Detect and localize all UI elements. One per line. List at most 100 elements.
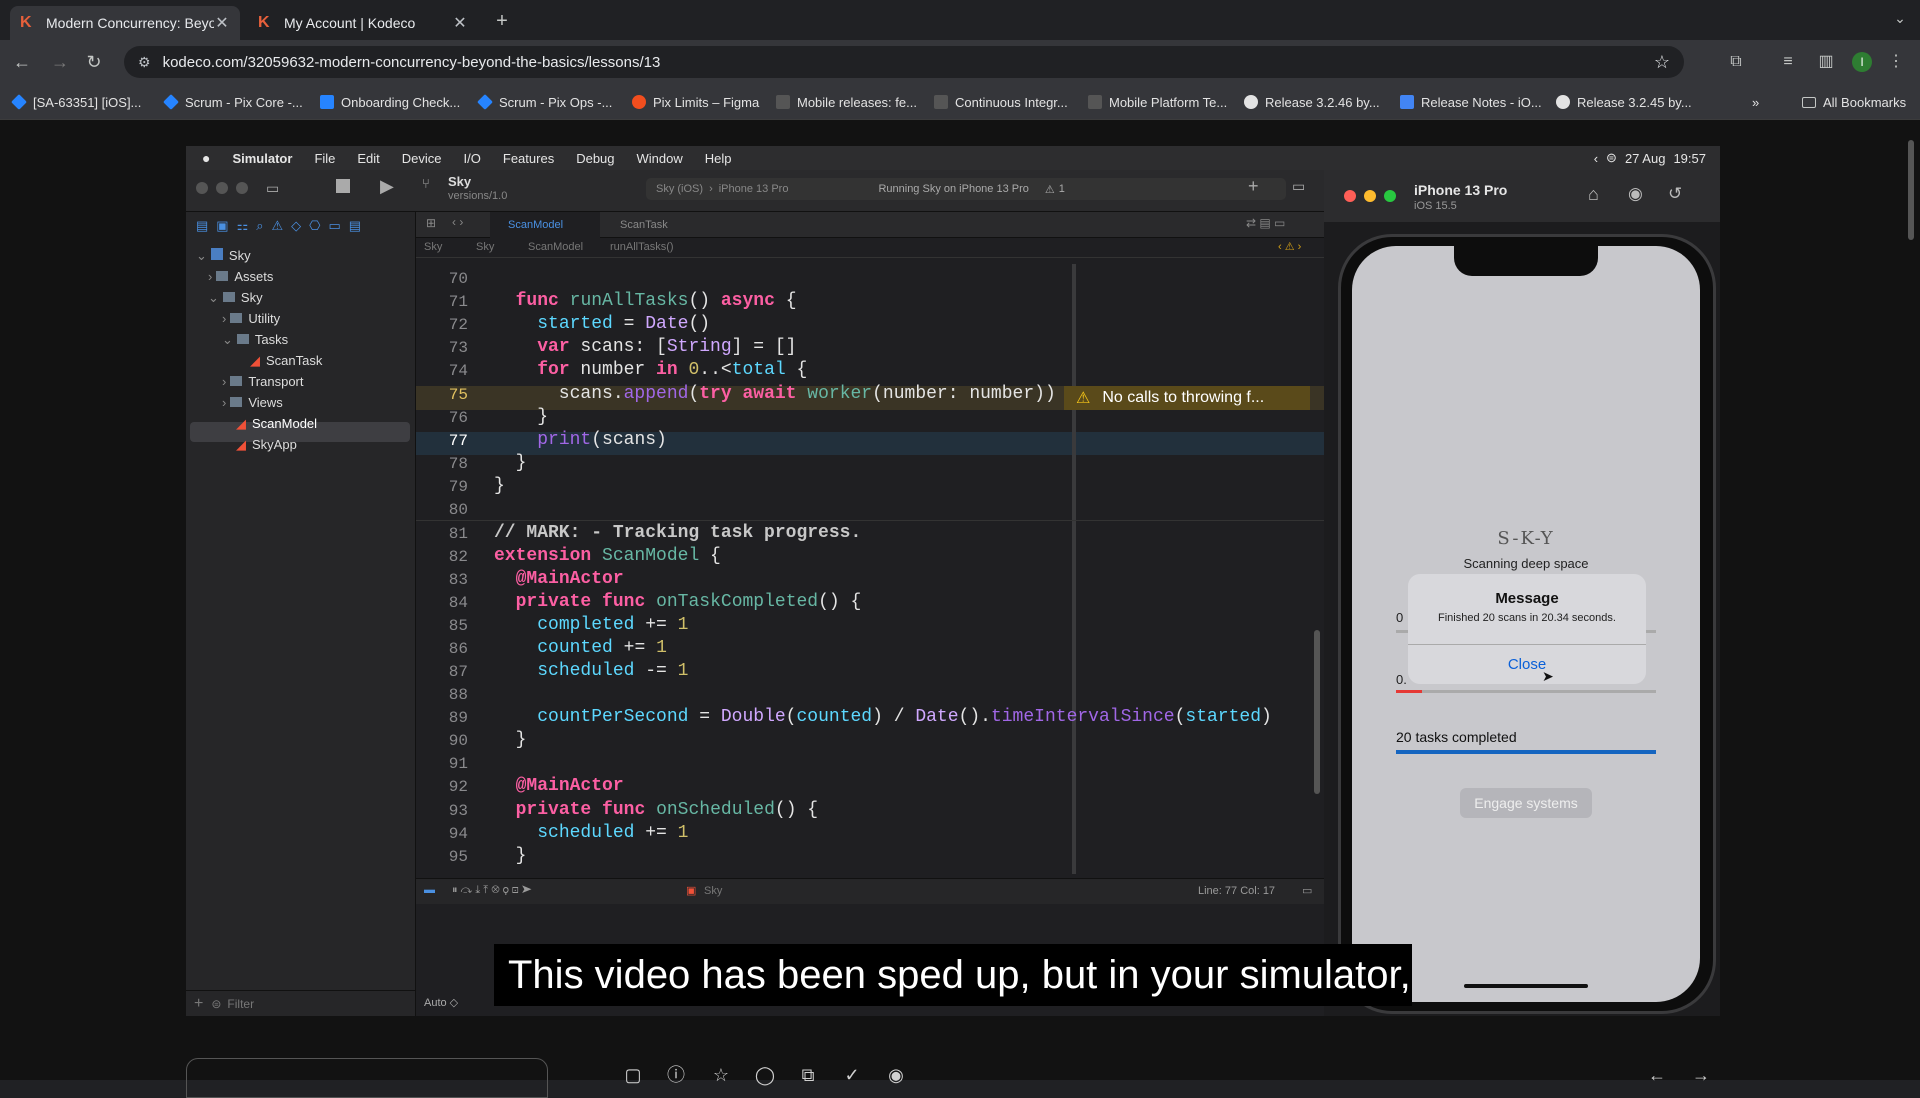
reload-icon[interactable]: ↻ bbox=[82, 50, 106, 74]
bookmark-item[interactable]: Release 3.2.45 by... bbox=[1556, 92, 1692, 112]
bookmark-item[interactable]: Onboarding Check... bbox=[320, 92, 460, 112]
navigator-item-assets: › Assets bbox=[208, 269, 273, 284]
navigator-label: Assets bbox=[234, 269, 274, 284]
bookmark-label: Release 3.2.46 by... bbox=[1265, 94, 1380, 110]
code-line: private func onTaskCompleted() { bbox=[515, 592, 862, 612]
warning-icon: ‹ ⚠ › bbox=[1278, 241, 1302, 253]
back-icon[interactable]: ← bbox=[10, 50, 34, 74]
bookmark-star-icon[interactable]: ☆ bbox=[1654, 52, 1670, 73]
code-line: scheduled += 1 bbox=[537, 823, 689, 843]
tab-search-icon[interactable]: ⌄ bbox=[1888, 10, 1912, 34]
inline-warning: ⚠ No calls to throwing f... bbox=[1064, 386, 1310, 410]
line-number: 93 bbox=[448, 802, 468, 820]
window-minimize-icon bbox=[1364, 190, 1376, 202]
info-icon[interactable]: ⓘ bbox=[665, 1064, 687, 1086]
navigator-item-project: ⌄ Sky bbox=[196, 248, 251, 264]
console-mode: Auto ◇ bbox=[424, 997, 459, 1009]
all-bookmarks-button[interactable]: All Bookmarks bbox=[1802, 92, 1906, 112]
debug-controls-icon: ⏸ ⤼ ⤓ ⤒ ⊗ ⚲ ⊡ ➤ bbox=[452, 884, 532, 896]
sidebar-toggle-icon: ▭ bbox=[266, 180, 280, 196]
chevron-right-icon: › bbox=[222, 311, 227, 326]
comment-icon[interactable]: ◯ bbox=[754, 1064, 776, 1086]
bookmark-label: [SA-63351] [iOS]... bbox=[33, 94, 142, 110]
bookmark-icon[interactable]: ▢ bbox=[622, 1064, 644, 1086]
line-number: 86 bbox=[448, 640, 468, 658]
navigator-tabs-icon: ▤▣⚏⌕⚠◇⎔▭▤ bbox=[196, 218, 370, 233]
star-icon[interactable]: ☆ bbox=[710, 1064, 732, 1086]
address-bar[interactable]: ⚙ kodeco.com/32059632-modern-concurrency… bbox=[124, 46, 1684, 78]
avatar[interactable]: I bbox=[1852, 52, 1872, 72]
bookmark-item[interactable]: Release Notes - iO... bbox=[1400, 92, 1542, 112]
navigator-label: Tasks bbox=[254, 332, 289, 347]
folder-icon bbox=[236, 334, 249, 344]
close-icon[interactable]: ✕ bbox=[452, 13, 468, 33]
add-icon: + bbox=[194, 994, 204, 1012]
github-icon[interactable]: ◉ bbox=[885, 1064, 907, 1086]
navigator-item-skyapp: ◢ SkyApp bbox=[236, 437, 297, 453]
lesson-panel bbox=[186, 1058, 548, 1098]
menu-app-name: Simulator bbox=[232, 150, 293, 166]
check-icon[interactable]: ✓ bbox=[841, 1064, 863, 1086]
code-line: counted += 1 bbox=[537, 638, 667, 658]
bookmark-item[interactable]: Scrum - Pix Core -... bbox=[163, 92, 303, 112]
page-scrollbar[interactable] bbox=[1908, 140, 1914, 240]
code-line: completed += 1 bbox=[537, 615, 689, 635]
side-panel-icon[interactable]: ▥ bbox=[1814, 50, 1838, 74]
more-bookmarks-icon[interactable]: » bbox=[1752, 92, 1759, 112]
close-icon[interactable]: ✕ bbox=[214, 13, 230, 33]
site-info-icon[interactable]: ⚙ bbox=[138, 54, 151, 71]
swift-file-icon: ◢ bbox=[236, 437, 246, 452]
bookmark-item[interactable]: Continuous Integr... bbox=[934, 92, 1068, 112]
media-icon[interactable]: ≡ bbox=[1776, 50, 1800, 74]
previous-lesson-icon[interactable]: ← bbox=[1646, 1064, 1668, 1086]
window-zoom-icon bbox=[236, 182, 248, 194]
folder-icon bbox=[1802, 96, 1816, 108]
code-line: } bbox=[494, 407, 549, 427]
add-icon: + bbox=[1248, 176, 1259, 196]
jumpbar-symbol: runAllTasks() bbox=[610, 241, 674, 253]
swift-file-icon: ◢ bbox=[250, 353, 260, 368]
folder-icon bbox=[216, 271, 229, 281]
jumpbar-project: Sky bbox=[424, 241, 443, 253]
tab-title: Modern Concurrency: Beyond bbox=[46, 15, 214, 31]
line-number: 91 bbox=[448, 755, 468, 773]
open-external-icon[interactable]: ⧉ bbox=[797, 1064, 819, 1086]
bookmark-item[interactable]: Scrum - Pix Ops -... bbox=[477, 92, 612, 112]
github-icon bbox=[1244, 95, 1258, 109]
cursor-position: Line: 77 Col: 17 bbox=[1198, 885, 1276, 897]
tab-scanmodel: ScanModel bbox=[490, 212, 600, 238]
navigator-label: Views bbox=[248, 395, 283, 410]
forward-icon[interactable]: → bbox=[48, 50, 72, 74]
screenshot-icon: ◉ bbox=[1628, 184, 1643, 203]
engage-systems-button[interactable]: Engage systems bbox=[1460, 788, 1592, 818]
code-line: } bbox=[494, 846, 527, 866]
tab-modern-concurrency[interactable]: K Modern Concurrency: Beyond ✕ bbox=[10, 6, 240, 40]
alert-close-button[interactable]: Close bbox=[1408, 656, 1646, 673]
bookmark-item[interactable]: Pix Limits – Figma bbox=[632, 92, 759, 112]
window-zoom-icon bbox=[1384, 190, 1396, 202]
inspector-toggle-icon: ▭ bbox=[1292, 178, 1306, 194]
navigator-label: ScanTask bbox=[266, 353, 323, 368]
extensions-icon[interactable]: ⧉ bbox=[1724, 50, 1748, 74]
bookmark-item[interactable]: Mobile Platform Te... bbox=[1088, 92, 1227, 112]
bookmark-item[interactable]: Mobile releases: fe... bbox=[776, 92, 917, 112]
alert-title: Message bbox=[1495, 590, 1559, 607]
next-lesson-icon[interactable]: → bbox=[1690, 1064, 1712, 1086]
bookmark-item[interactable]: [SA-63351] [iOS]... bbox=[11, 92, 142, 112]
editor-tab-bar: ⊞ ‹ › ScanModel ScanTask ⇄ ▤ ▭ bbox=[416, 212, 1324, 238]
bookmark-item[interactable]: Release 3.2.46 by... bbox=[1244, 92, 1380, 112]
line-number: 89 bbox=[448, 709, 468, 727]
app-subtitle: Scanning deep space bbox=[1463, 556, 1589, 571]
line-number: 82 bbox=[448, 548, 468, 566]
navigator-label: ScanModel bbox=[252, 416, 318, 431]
warning-text: No calls to throwing f... bbox=[1102, 389, 1265, 406]
line-number: 75 bbox=[448, 386, 468, 404]
new-tab-icon[interactable]: + bbox=[490, 10, 514, 34]
line-number: 92 bbox=[448, 778, 468, 796]
chevron-right-icon: › bbox=[222, 374, 227, 389]
jump-bar: Sky Sky ScanModel runAllTasks() ‹ ⚠ › bbox=[416, 238, 1324, 258]
tab-my-account[interactable]: K My Account | Kodeco ✕ bbox=[248, 6, 478, 40]
menu-icon[interactable]: ⋮ bbox=[1884, 50, 1908, 74]
code-line: } bbox=[494, 730, 527, 750]
bookmark-label: Release 3.2.45 by... bbox=[1577, 94, 1692, 110]
